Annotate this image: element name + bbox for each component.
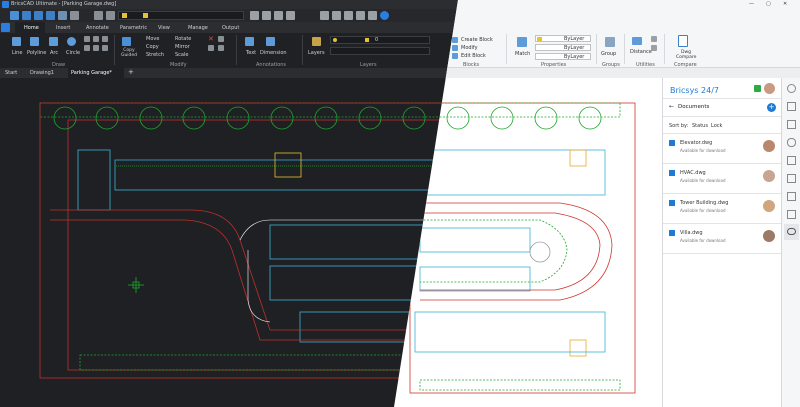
cloud-tab-active[interactable] [784, 224, 799, 240]
sort-label: Sort by: [669, 123, 689, 129]
file-name: Elevator.dwg [680, 140, 713, 146]
avatar [763, 170, 775, 182]
dwg-file-icon [669, 200, 675, 206]
layers-icon[interactable] [787, 120, 796, 129]
dwg-file-icon [669, 230, 675, 236]
list-item[interactable]: Villa.dwg Available for download [663, 224, 781, 254]
divider [663, 98, 781, 99]
back-arrow-icon[interactable]: ← [669, 103, 674, 110]
dwg-file-icon [669, 140, 675, 146]
file-status: Available for download [680, 208, 726, 213]
properties-icon[interactable] [787, 102, 796, 111]
function-icon[interactable] [787, 192, 796, 201]
list-item[interactable]: Tower Building.dwg Available for downloa… [663, 194, 781, 224]
user-avatar[interactable] [764, 83, 775, 94]
bricsys-247-panel: Bricsys 24/7 ← Documents + Sort by: Stat… [662, 78, 781, 407]
structure-icon[interactable] [787, 210, 796, 219]
sort-lock-option[interactable]: Lock [711, 123, 722, 129]
file-status: Available for download [680, 148, 726, 153]
drawing-explorer-icon[interactable] [787, 156, 796, 165]
right-panel-tabs [781, 78, 800, 407]
file-name: Tower Building.dwg [680, 200, 729, 206]
file-status: Available for download [680, 238, 726, 243]
add-document-button[interactable]: + [767, 103, 776, 112]
divider [663, 116, 781, 117]
bricscad-window: BricsCAD Ultimate - [Parking Garage.dwg] [0, 0, 800, 407]
panel-title: Bricsys 24/7 [670, 86, 719, 95]
cloud-icon [787, 228, 796, 235]
file-name: HVAC.dwg [680, 170, 706, 176]
attach-icon[interactable] [787, 138, 796, 147]
status-check-icon [754, 85, 761, 92]
file-name: Villa.dwg [680, 230, 703, 236]
section-title: Documents [678, 104, 710, 110]
list-item[interactable]: HVAC.dwg Available for download [663, 164, 781, 194]
lightbulb-icon[interactable] [787, 84, 796, 93]
avatar [763, 200, 775, 212]
list-item[interactable]: Elevator.dwg Available for download [663, 134, 781, 164]
avatar [763, 230, 775, 242]
dwg-file-icon [669, 170, 675, 176]
library-icon[interactable] [787, 174, 796, 183]
sort-status-option[interactable]: Status [692, 123, 708, 129]
file-status: Available for download [680, 178, 726, 183]
avatar [763, 140, 775, 152]
